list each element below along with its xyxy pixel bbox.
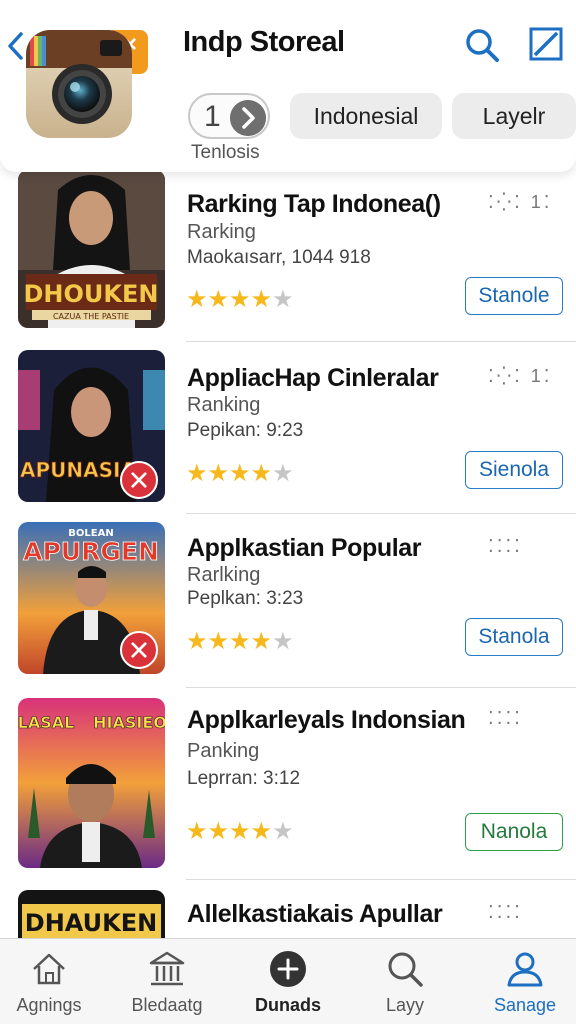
- star-filled-icon: ★: [186, 818, 208, 845]
- page-title: Indp Storeal: [183, 26, 345, 58]
- star-filled-icon: ★: [229, 286, 251, 313]
- star-empty-icon: ★: [272, 460, 294, 487]
- star-filled-icon: ★: [250, 818, 273, 845]
- list-item[interactable]: BOLEAN APURGEN Applkastian Popular ⁚⁚⁚⁚ …: [0, 514, 576, 688]
- thumb-title-text: DHOUKEN: [24, 280, 159, 308]
- nav-item-building[interactable]: Bledaatg: [112, 939, 222, 1024]
- app-store-screen: ×: [0, 0, 576, 1024]
- star-filled-icon: ★: [229, 460, 251, 487]
- star-filled-icon: ★: [207, 286, 230, 313]
- list-item[interactable]: LASAL HIASIEO Applkarleyals Indonsian ⁚⁚…: [0, 688, 576, 880]
- install-button[interactable]: Sienola: [465, 451, 563, 489]
- nav-label: Layy: [385, 995, 425, 1015]
- app-logo: [26, 30, 132, 138]
- rating-stars: ★★★★★: [186, 460, 294, 487]
- page-selector[interactable]: 1: [188, 93, 270, 139]
- app-category: Rarlking: [187, 564, 261, 586]
- app-meta: Maokaısarr, 1044 918: [187, 247, 371, 268]
- building-icon: [149, 951, 185, 986]
- app-thumbnail[interactable]: LASAL HIASIEO: [18, 698, 165, 868]
- app-name[interactable]: AppliacHap Cinleralar: [187, 364, 439, 393]
- star-filled-icon: ★: [186, 628, 208, 655]
- app-name[interactable]: Allelkastiakais Apullar: [187, 900, 443, 929]
- app-name[interactable]: Applkastian Popular: [187, 534, 422, 563]
- star-filled-icon: ★: [186, 460, 208, 487]
- more-options-icon[interactable]: ⁚⁚⁚⁚: [488, 708, 523, 729]
- thumb-title-text: APURGEN: [23, 537, 159, 566]
- nav-item-search[interactable]: Layy: [350, 939, 460, 1024]
- edit-icon[interactable]: [528, 26, 564, 62]
- bottom-navigation: Agnings Bledaatg Dunads Layy Sanage: [0, 938, 576, 1024]
- app-meta: Peplkan: 3:23: [187, 588, 304, 609]
- page-number: 1: [204, 100, 221, 133]
- list-item[interactable]: APUNASIA AppliacHap Cinleralar ⁚⁛⁚ 1⁚ Ra…: [0, 342, 576, 514]
- nav-label: Agnings: [16, 995, 82, 1015]
- star-filled-icon: ★: [250, 460, 273, 487]
- app-name[interactable]: Rarking Tap Indonea(): [187, 190, 441, 219]
- app-name[interactable]: Applkarleyals Indonsian: [187, 706, 466, 735]
- thumb-title-text: LASAL: [18, 713, 74, 732]
- install-button[interactable]: Stanole: [465, 277, 563, 315]
- install-button[interactable]: Nanola: [465, 813, 563, 851]
- filter-chip-country[interactable]: Indonesial: [290, 93, 442, 139]
- star-filled-icon: ★: [250, 286, 273, 313]
- nav-item-home[interactable]: Agnings: [0, 939, 104, 1024]
- star-empty-icon: ★: [272, 286, 294, 313]
- app-category: Rarking: [187, 221, 256, 243]
- rating-stars: ★★★★★: [186, 628, 294, 655]
- back-arrow-icon[interactable]: [4, 28, 26, 64]
- thumb-subtitle-text: CAZUA THE PASTIE: [53, 312, 129, 321]
- nav-label: Dunads: [254, 995, 321, 1015]
- filter-chip-layer[interactable]: Layelr: [452, 93, 576, 139]
- star-filled-icon: ★: [250, 628, 273, 655]
- home-icon: [33, 953, 65, 985]
- nav-item-profile[interactable]: Sanage: [470, 939, 576, 1024]
- search-icon[interactable]: [463, 26, 501, 64]
- thumb-title-text: DHAUKEN: [25, 909, 157, 937]
- header: ×: [0, 0, 576, 172]
- nav-item-add[interactable]: Dunads: [233, 939, 343, 1024]
- nav-label: Sanage: [493, 995, 557, 1015]
- star-filled-icon: ★: [229, 628, 251, 655]
- app-thumbnail[interactable]: DHOUKEN CAZUA THE PASTIE: [18, 170, 165, 328]
- star-filled-icon: ★: [186, 286, 208, 313]
- star-filled-icon: ★: [207, 460, 230, 487]
- page-caption: Tenlosis: [191, 142, 260, 163]
- more-options-icon[interactable]: ⁚⁛⁚ 1⁚: [488, 366, 553, 387]
- star-filled-icon: ★: [207, 818, 230, 845]
- app-meta: Leprran: 3:12: [187, 768, 301, 789]
- search-icon: [388, 952, 423, 987]
- person-icon: [507, 952, 543, 987]
- app-category: Ranking: [187, 394, 261, 416]
- more-options-icon[interactable]: ⁚⁛⁚ 1⁚: [488, 192, 553, 213]
- star-filled-icon: ★: [229, 818, 251, 845]
- more-options-icon[interactable]: ⁚⁚⁚⁚: [488, 902, 523, 923]
- app-category: Panking: [187, 740, 260, 762]
- thumb-title-text: APUNASIA: [20, 458, 136, 482]
- install-button[interactable]: Stanola: [465, 618, 563, 656]
- chevron-right-icon[interactable]: [230, 100, 266, 136]
- more-options-icon[interactable]: ⁚⁚⁚⁚: [488, 536, 523, 557]
- app-meta: Pepikan: 9:23: [187, 420, 304, 441]
- remove-icon[interactable]: [120, 631, 158, 669]
- rating-stars: ★★★★★: [186, 286, 294, 313]
- star-empty-icon: ★: [272, 628, 294, 655]
- thumb-title-text-2: HIASIEO: [93, 713, 165, 732]
- star-filled-icon: ★: [207, 628, 230, 655]
- list-item[interactable]: DHOUKEN CAZUA THE PASTIE Rarking Tap Ind…: [0, 168, 576, 342]
- rating-stars: ★★★★★: [186, 818, 294, 845]
- add-circle-icon: [270, 951, 306, 987]
- remove-icon[interactable]: [120, 461, 158, 499]
- star-empty-icon: ★: [272, 818, 294, 845]
- nav-label: Bledaatg: [131, 995, 203, 1015]
